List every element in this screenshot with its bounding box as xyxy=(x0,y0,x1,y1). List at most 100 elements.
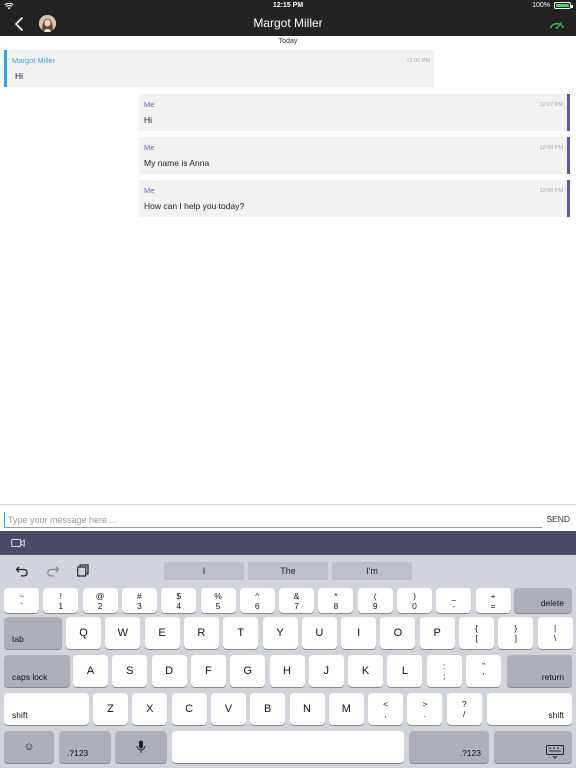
key-k[interactable]: K xyxy=(348,655,384,687)
key-m[interactable]: M xyxy=(328,693,364,725)
key-shift-glyph: ) xyxy=(413,590,416,601)
message-bubble[interactable]: Me 12:08 PM My name is Anna xyxy=(139,137,570,174)
key-b[interactable]: B xyxy=(250,693,286,725)
caps-lock-key[interactable]: caps lock xyxy=(4,655,70,687)
message-text: Hi xyxy=(144,115,153,125)
key-glyphs: #3 xyxy=(137,591,142,611)
key-base-glyph: ` xyxy=(20,600,23,611)
key-8[interactable]: * 8 xyxy=(318,588,354,613)
key-d[interactable]: D xyxy=(151,655,187,687)
key-q[interactable]: Q xyxy=(66,617,101,649)
space-bar[interactable] xyxy=(172,731,404,763)
key-c[interactable]: C xyxy=(171,693,207,725)
key-v[interactable]: V xyxy=(210,693,246,725)
undo-icon[interactable] xyxy=(15,563,29,577)
key-4[interactable]: $4 xyxy=(161,588,197,613)
key-9[interactable]: (9 xyxy=(357,588,393,613)
key-w[interactable]: W xyxy=(105,617,141,649)
video-camera-icon[interactable] xyxy=(11,538,25,548)
key-1[interactable]: ! 1 xyxy=(43,588,79,613)
key-base-glyph: [ xyxy=(475,633,478,643)
key-2[interactable]: @2 xyxy=(82,588,118,613)
message-time: 12:07 PM xyxy=(539,102,563,108)
key-shift-glyph: ! xyxy=(59,590,62,601)
key-i[interactable]: I xyxy=(341,617,377,649)
key-shift-glyph: } xyxy=(514,623,518,633)
key-f[interactable]: F xyxy=(190,655,226,687)
key-0[interactable]: ) 0 xyxy=(397,588,432,613)
key-punct[interactable]: ” ' xyxy=(466,655,501,687)
key-u[interactable]: U xyxy=(301,617,337,649)
numbers-key-left[interactable]: .?123 xyxy=(59,731,111,763)
key-6[interactable]: ^ 6 xyxy=(239,588,275,613)
speedometer-icon[interactable] xyxy=(548,15,566,33)
key-punct[interactable]: >. xyxy=(407,693,443,725)
key-n[interactable]: N xyxy=(289,693,325,725)
date-separator: Today xyxy=(278,38,298,45)
key-base-glyph: 8 xyxy=(333,600,339,611)
message-bubble[interactable]: Me 12:08 PM How can I help you today? xyxy=(139,180,570,217)
key-r[interactable]: R xyxy=(183,617,219,649)
status-bar: 12:15 PM 100% xyxy=(0,0,576,12)
key-j[interactable]: J xyxy=(308,655,344,687)
key-=[interactable]: + = xyxy=(475,588,511,613)
emoji-key[interactable]: ☺ xyxy=(4,731,54,763)
return-key[interactable]: return xyxy=(507,655,572,687)
redo-icon[interactable] xyxy=(46,563,60,577)
key-glyphs: ! 1 xyxy=(58,591,63,611)
key--[interactable]: _ - xyxy=(436,588,472,613)
key-5[interactable]: % 5 xyxy=(200,588,236,613)
key-p[interactable]: P xyxy=(419,617,455,649)
hide-keyboard-key[interactable] xyxy=(494,731,572,763)
shift-right-key[interactable]: shift xyxy=(487,693,572,725)
key-shift-glyph: * xyxy=(334,590,338,601)
key-s[interactable]: S xyxy=(112,655,148,687)
message-bubble[interactable]: Me 12:07 PM Hi xyxy=(139,94,570,131)
key-punct[interactable]: {[ xyxy=(459,617,494,649)
key-base-glyph: 9 xyxy=(372,600,378,611)
key-shift-glyph: $ xyxy=(176,590,182,601)
key-punct[interactable]: :; xyxy=(426,655,462,687)
delete-key[interactable]: delete xyxy=(514,588,572,613)
message-sender: Me xyxy=(144,186,155,195)
suggestion-2[interactable]: The xyxy=(248,562,328,580)
message-bubble[interactable]: Margot Miller 12:06 PM Hi xyxy=(4,50,434,87)
tab-key[interactable]: tab xyxy=(4,617,62,649)
message-input[interactable] xyxy=(4,512,542,528)
key-h[interactable]: H xyxy=(269,655,305,687)
key-shift-glyph: + xyxy=(490,590,496,601)
key-a[interactable]: A xyxy=(73,655,108,687)
suggestion-1[interactable]: I xyxy=(164,562,244,580)
key-t[interactable]: T xyxy=(223,617,259,649)
key-punct[interactable]: <, xyxy=(368,693,404,725)
paste-icon[interactable] xyxy=(76,563,90,577)
suggestion-3[interactable]: I'm xyxy=(332,562,412,580)
message-text: How can I help you today? xyxy=(144,201,245,211)
key-y[interactable]: Y xyxy=(262,617,298,649)
shift-left-key[interactable]: shift xyxy=(4,693,89,725)
key-punct[interactable]: | \ xyxy=(537,617,573,649)
key-g[interactable]: G xyxy=(230,655,266,687)
message-time: 12:08 PM xyxy=(539,145,563,151)
key-punct[interactable]: }] xyxy=(498,617,534,649)
key-glyphs: ) 0 xyxy=(412,591,417,611)
chat-header: Margot Miller xyxy=(0,12,576,36)
send-button[interactable]: SEND xyxy=(546,514,570,524)
key-glyphs: ” ' xyxy=(482,661,485,681)
key-shift-glyph: { xyxy=(475,623,478,633)
key-e[interactable]: E xyxy=(144,617,180,649)
dictation-key[interactable] xyxy=(115,731,167,763)
key-o[interactable]: O xyxy=(380,617,416,649)
key-base-glyph: 0 xyxy=(412,600,417,611)
on-screen-keyboard: I The I'm ~ `! 1 @2 #3 $4% 5 ^ 6 & 7 * 8(9) 0 _ - + = dele… xyxy=(0,555,576,768)
key-3[interactable]: #3 xyxy=(121,588,157,613)
key-punct[interactable]: ? / xyxy=(446,693,482,725)
numbers-key-right[interactable]: .?123 xyxy=(409,731,489,763)
key-z[interactable]: Z xyxy=(93,693,128,725)
key-`[interactable]: ~ ` xyxy=(4,588,39,613)
message-list[interactable]: Today Margot Miller 12:06 PM Hi Me 12:07… xyxy=(0,36,576,504)
key-x[interactable]: X xyxy=(132,693,168,725)
key-l[interactable]: L xyxy=(387,655,423,687)
key-7[interactable]: & 7 xyxy=(279,588,315,613)
message-time: 12:08 PM xyxy=(539,188,563,194)
